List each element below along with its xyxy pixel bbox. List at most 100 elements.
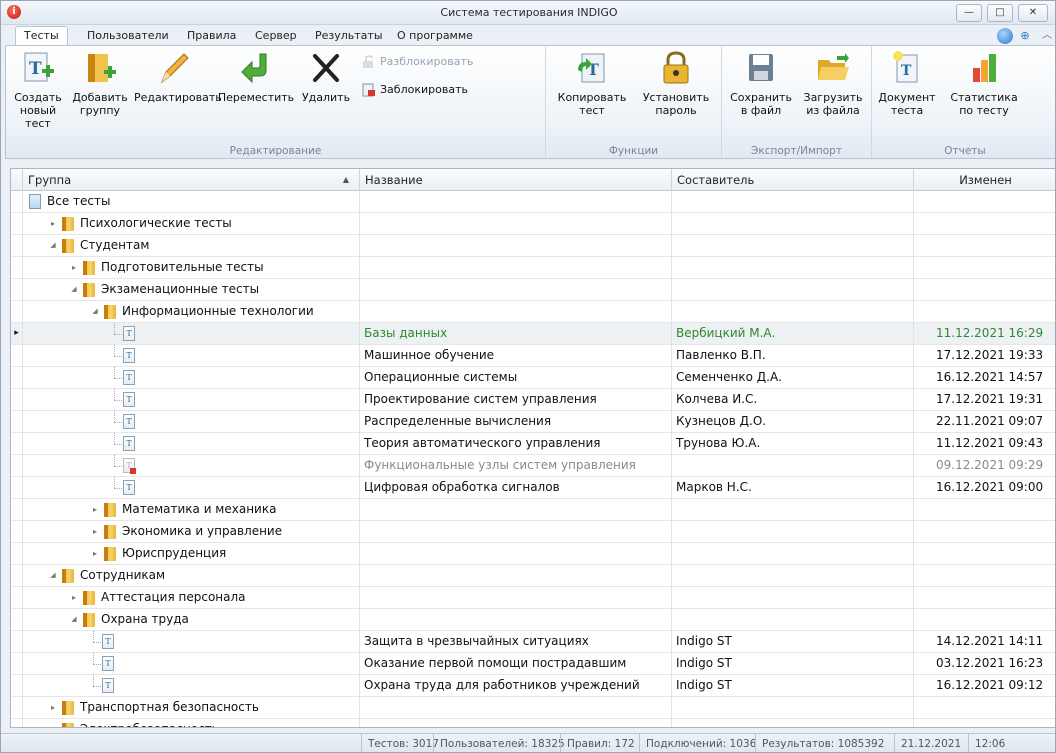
current-row-indicator-icon: ▸ — [11, 323, 23, 345]
expanded-arrow-icon[interactable]: ◢ — [48, 565, 58, 587]
test-changed-cell — [914, 587, 1055, 609]
group-cell: Все тесты — [23, 191, 360, 213]
test-statistics-button[interactable]: Статистика по тесту — [946, 50, 1022, 117]
tree-node-row[interactable]: ◢ Охрана труда — [11, 609, 1055, 631]
maximize-button[interactable]: □ — [987, 4, 1013, 22]
tests-tree-grid[interactable]: Группа ▲ Название Составитель Изменен Вс… — [10, 168, 1055, 728]
edit-button[interactable]: Редактировать — [134, 50, 222, 104]
test-name-cell — [360, 191, 672, 213]
tree-node-row[interactable]: ▸ Психологические тесты — [11, 213, 1055, 235]
folder-icon — [83, 283, 95, 297]
table-row[interactable]: T Теория автоматического управления Трунов… — [11, 433, 1055, 455]
test-icon: T — [123, 326, 135, 341]
table-row[interactable]: T Машинное обучение Павленко В.П. 17.12.202… — [11, 345, 1055, 367]
row-indicator — [11, 389, 23, 411]
tab-rules[interactable]: Правила — [179, 27, 244, 45]
copy-test-button[interactable]: T Копировать тест — [552, 50, 632, 117]
table-row[interactable]: T Оказание первой помощи пострадавшим Indi… — [11, 653, 1055, 675]
tree-node-label: Экзаменационные тесты — [101, 282, 260, 296]
help-icon[interactable] — [997, 28, 1013, 44]
column-header-group[interactable]: Группа ▲ — [23, 169, 360, 191]
tree-node-row[interactable]: ▸ Транспортная безопасность — [11, 697, 1055, 719]
tab-users[interactable]: Пользователи — [79, 27, 177, 45]
move-button[interactable]: Переместить — [216, 50, 296, 104]
tree-node-row[interactable]: ◢ Сотрудникам — [11, 565, 1055, 587]
test-author-cell — [672, 697, 914, 719]
chevron-up-icon[interactable]: ︿ — [1039, 28, 1055, 44]
test-name-cell: Защита в чрезвычайных ситуациях — [360, 631, 672, 653]
collapsed-arrow-icon[interactable]: ▸ — [90, 543, 100, 565]
load-from-file-button[interactable]: Загрузить из файла — [798, 50, 868, 117]
column-header-changed[interactable]: Изменен — [914, 169, 1055, 191]
tab-server[interactable]: Сервер — [247, 27, 305, 45]
save-to-file-button[interactable]: Сохранить в файл — [726, 50, 796, 117]
tree-connector-line — [114, 323, 115, 334]
table-row[interactable]: T Функциональные узлы систем управления 09… — [11, 455, 1055, 477]
tree-node-row[interactable]: ◢ Информационные технологии — [11, 301, 1055, 323]
delete-button[interactable]: Удалить — [298, 50, 354, 104]
expanded-arrow-icon[interactable]: ◢ — [90, 301, 100, 323]
table-row[interactable]: T Защита в чрезвычайных ситуациях Indigo S… — [11, 631, 1055, 653]
lock-button[interactable]: Заблокировать — [360, 80, 468, 100]
svg-text:T: T — [901, 63, 912, 79]
test-document-button[interactable]: T Документ теста — [874, 50, 940, 117]
tree-node-row[interactable]: ▸ Электробезопасность — [11, 719, 1055, 727]
tree-node-row[interactable]: ▸ Математика и механика — [11, 499, 1055, 521]
test-changed-cell: 11.12.2021 16:29 — [936, 326, 1044, 340]
tree-node-row[interactable]: ▸ Экономика и управление — [11, 521, 1055, 543]
table-row[interactable]: T Охрана труда для работников учреждений I… — [11, 675, 1055, 697]
collapsed-arrow-icon[interactable]: ▸ — [48, 213, 58, 235]
add-group-button[interactable]: Добавить группу — [72, 50, 128, 117]
tree-node-row[interactable]: ▸ Юриспруденция — [11, 543, 1055, 565]
test-name-cell: Распределенные вычисления — [360, 411, 672, 433]
test-changed-cell — [914, 301, 1055, 323]
tree-node-row[interactable]: ◢ Экзаменационные тесты — [11, 279, 1055, 301]
collapsed-arrow-icon[interactable]: ▸ — [48, 697, 58, 719]
row-indicator — [11, 609, 23, 631]
expanded-arrow-icon[interactable]: ◢ — [69, 279, 79, 301]
folder-icon — [62, 723, 74, 727]
tree-node-row[interactable]: ▸ Подготовительные тесты — [11, 257, 1055, 279]
column-header-name[interactable]: Название — [360, 169, 672, 191]
tree-node-row[interactable]: ◢ Студентам — [11, 235, 1055, 257]
set-password-button[interactable]: Установить пароль — [636, 50, 716, 117]
expanded-arrow-icon[interactable]: ◢ — [69, 609, 79, 631]
table-row[interactable]: T Цифровая обработка сигналов Марков Н.С. 1… — [11, 477, 1055, 499]
unlock-button[interactable]: Разблокировать — [360, 52, 473, 72]
create-test-button[interactable]: T Создать новый тест — [10, 50, 66, 130]
table-row[interactable]: T Проектирование систем управления Колчева… — [11, 389, 1055, 411]
test-changed-cell: 11.12.2021 09:43 — [936, 436, 1044, 450]
tree-connector-line — [93, 686, 101, 687]
tab-tests[interactable]: Тесты — [15, 26, 68, 46]
collapsed-arrow-icon[interactable]: ▸ — [90, 499, 100, 521]
collapsed-arrow-icon[interactable]: ▸ — [69, 257, 79, 279]
collapsed-arrow-icon[interactable]: ▸ — [48, 719, 58, 727]
minimize-button[interactable]: — — [956, 4, 982, 22]
tab-results[interactable]: Результаты — [307, 27, 391, 45]
expanded-arrow-icon[interactable]: ◢ — [48, 235, 58, 257]
group-cell: T — [23, 653, 360, 675]
test-changed-cell — [914, 213, 1055, 235]
group-cell: ▸ Электробезопасность — [23, 719, 360, 727]
tree-connector-line — [114, 345, 115, 356]
column-header-author[interactable]: Составитель — [672, 169, 914, 191]
table-row[interactable]: T Распределенные вычисления Кузнецов Д.О. 2… — [11, 411, 1055, 433]
collapsed-arrow-icon[interactable]: ▸ — [90, 521, 100, 543]
tree-node-row[interactable]: Все тесты — [11, 191, 1055, 213]
zoom-icon[interactable]: ⊕ — [1017, 28, 1033, 44]
test-name-cell: Функциональные узлы систем управления — [360, 455, 672, 477]
tab-about[interactable]: О программе — [389, 27, 481, 45]
test-changed-cell: 17.12.2021 19:33 — [936, 348, 1044, 362]
collapsed-arrow-icon[interactable]: ▸ — [69, 587, 79, 609]
table-row[interactable]: ▸ T Базы данных Вербицкий М.А. 11.12.2021 16… — [11, 323, 1055, 345]
test-changed-cell: 14.12.2021 14:11 — [936, 634, 1044, 648]
test-name-cell: Операционные системы — [360, 367, 672, 389]
row-indicator — [11, 411, 23, 433]
locked-test-icon: T — [123, 458, 136, 474]
tree-node-row[interactable]: ▸ Аттестация персонала — [11, 587, 1055, 609]
close-button[interactable]: ✕ — [1018, 4, 1048, 22]
table-row[interactable]: T Операционные системы Семенченко Д.А. 16.1… — [11, 367, 1055, 389]
row-indicator — [11, 301, 23, 323]
test-changed-cell — [914, 609, 1055, 631]
tree-connector-line — [114, 455, 115, 466]
